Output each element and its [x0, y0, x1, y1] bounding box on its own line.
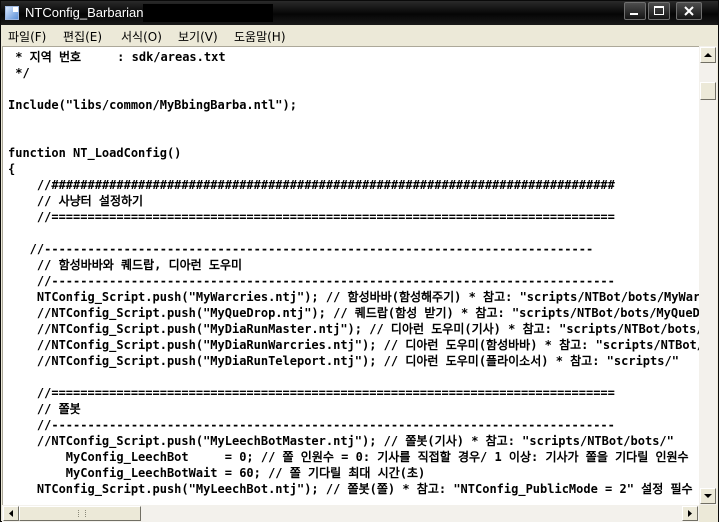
scroll-up-button[interactable]	[700, 47, 716, 63]
text-line: MyConfig_LeechBotWait = 60; // 쫄 기다릴 최대 …	[8, 466, 426, 480]
text-line	[8, 81, 700, 97]
text-line: // 함성바바와 퀘드랍, 디아런 도우미	[8, 258, 243, 272]
text-line: {	[8, 162, 16, 176]
menu-format[interactable]: 서식(O)	[121, 28, 162, 45]
vertical-scrollbar[interactable]	[699, 46, 717, 505]
scroll-grip-icon	[78, 510, 86, 517]
redacted-title-area	[143, 4, 273, 22]
text-line	[8, 369, 700, 385]
text-line: //NTConfig_Script.push("MyDiaRunTeleport…	[8, 354, 679, 368]
arrow-up-icon	[704, 53, 712, 57]
close-button[interactable]	[676, 2, 702, 20]
text-line	[8, 113, 700, 129]
text-line: //--------------------------------------…	[8, 274, 615, 288]
scroll-right-button[interactable]	[682, 506, 698, 521]
notepad-window: NTConfig_Barbarian. 파일(F) 편집(E) 서식(O) 보기…	[0, 0, 719, 522]
menu-view[interactable]: 보기(V)	[178, 28, 218, 45]
text-line: Include("libs/common/MyBbingBarba.ntl");	[8, 98, 297, 112]
menu-edit[interactable]: 편집(E)	[63, 28, 102, 45]
vertical-scroll-thumb[interactable]	[700, 82, 716, 100]
maximize-icon	[654, 6, 664, 15]
text-line: //--------------------------------------…	[8, 242, 594, 256]
horizontal-scrollbar[interactable]	[2, 505, 699, 522]
text-line: MyConfig_LeechBot = 0; // 쫄 인원수 = 0: 기사를…	[8, 450, 689, 464]
text-editor[interactable]: * 지역 번호 : sdk/areas.txt */ Include("libs/…	[2, 46, 700, 506]
text-line: //NTConfig_Script.push("MyLeechBotMaster…	[8, 434, 674, 448]
maximize-button[interactable]	[648, 2, 670, 20]
scroll-down-button[interactable]	[700, 488, 716, 504]
close-icon	[684, 6, 694, 16]
text-line: //--------------------------------------…	[8, 418, 615, 432]
arrow-down-icon	[704, 494, 712, 498]
text-line: NTConfig_Script.push("MyWarcries.ntj"); …	[8, 290, 700, 304]
arrow-right-icon	[688, 510, 692, 517]
title-bar[interactable]: NTConfig_Barbarian.	[1, 1, 718, 25]
horizontal-scroll-thumb[interactable]	[19, 506, 141, 521]
text-line: //======================================…	[8, 386, 615, 400]
text-line: //NTConfig_Script.push("MyDiaRunMaster.n…	[8, 322, 700, 336]
text-line: //======================================…	[8, 210, 615, 224]
size-grip[interactable]	[699, 505, 718, 522]
arrow-left-icon	[9, 510, 13, 517]
text-line: // 사냥터 설정하기	[8, 194, 144, 208]
notepad-icon[interactable]	[5, 6, 19, 20]
text-line: //######################################…	[8, 178, 615, 192]
menu-file[interactable]: 파일(F)	[8, 28, 46, 45]
minimize-button[interactable]	[624, 2, 646, 20]
text-line: function NT_LoadConfig()	[8, 146, 182, 160]
text-line: //NTConfig_Script.push("MyDiaRunWarcries…	[8, 338, 700, 352]
window-title: NTConfig_Barbarian.	[25, 5, 148, 20]
minimize-icon	[630, 13, 638, 15]
text-line	[8, 225, 700, 241]
text-line	[8, 129, 700, 145]
text-line: // 쫄봇	[8, 402, 81, 416]
text-line: * 지역 번호 : sdk/areas.txt	[8, 50, 226, 64]
text-line: NTConfig_Script.push("MyLeechBot.ntj"); …	[8, 482, 693, 496]
text-content: * 지역 번호 : sdk/areas.txt */ Include("libs/…	[8, 49, 700, 497]
menu-help[interactable]: 도움말(H)	[234, 28, 286, 45]
text-line: //NTConfig_Script.push("MyQueDrop.ntj");…	[8, 306, 700, 320]
scroll-left-button[interactable]	[3, 506, 19, 521]
menu-bar: 파일(F) 편집(E) 서식(O) 보기(V) 도움말(H)	[1, 25, 718, 46]
text-line: */	[8, 66, 30, 80]
